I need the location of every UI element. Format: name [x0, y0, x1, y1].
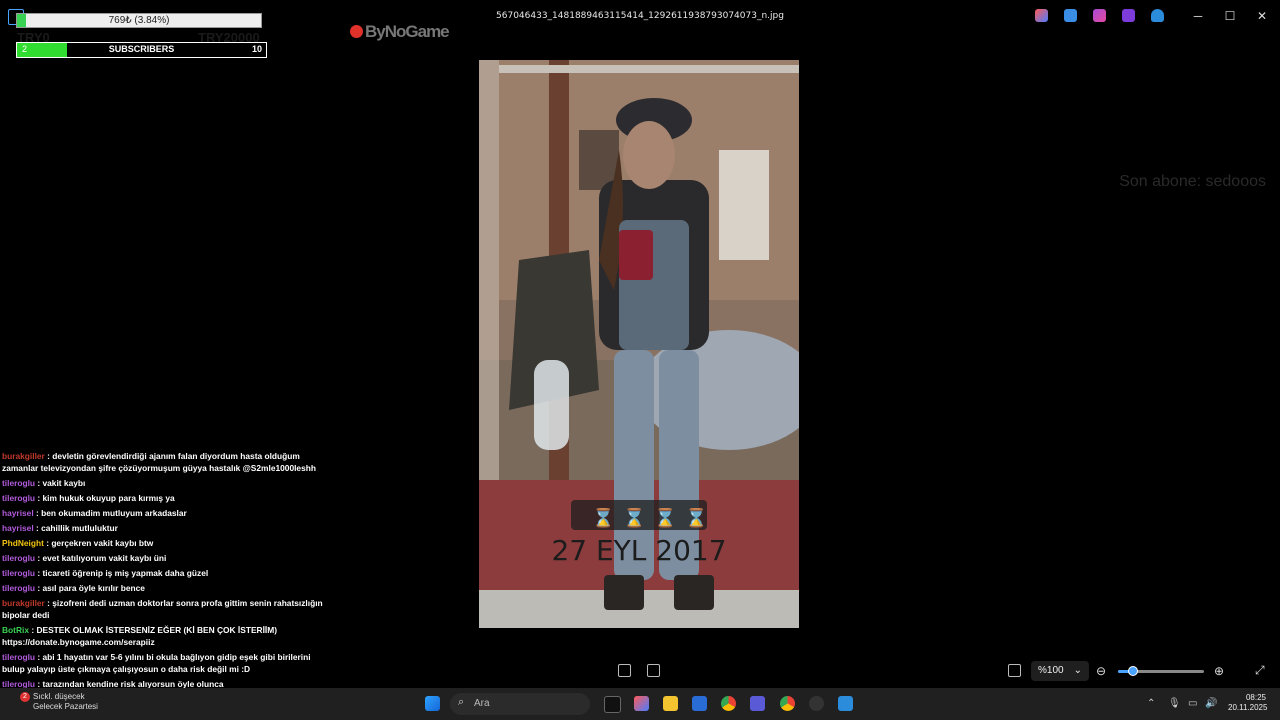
chat-overlay: burakgiller : devletin görevlendirdiği a…	[2, 450, 332, 693]
chat-message: tileroglu : ticareti öğrenip iş miş yapm…	[2, 567, 332, 579]
chat-message: BotRix : DESTEK OLMAK İSTERSENİZ EĞER (K…	[2, 624, 332, 648]
chat-username: tileroglu	[2, 553, 36, 563]
chat-text: : devletin görevlendirdiği ajanım falan …	[2, 451, 316, 473]
start-icon[interactable]	[425, 696, 440, 711]
chat-username: burakgiller	[2, 451, 45, 461]
designer-icon[interactable]	[1122, 9, 1135, 22]
chat-message: burakgiller : devletin görevlendirdiği a…	[2, 450, 332, 474]
photo-illustration: ⌛ ⌛ ⌛ ⌛ 27 EYL 2017	[479, 60, 799, 628]
microphone-icon[interactable]: 🎙	[1168, 698, 1181, 709]
last-subscriber-label: Son abone: sedooos	[1119, 173, 1266, 190]
zoom-level-value: %100	[1038, 665, 1064, 676]
crop-icon[interactable]	[647, 664, 660, 677]
volume-icon[interactable]: 🔊	[1205, 698, 1217, 709]
chat-message: hayrisel : ben okumadim mutluyum arkadas…	[2, 507, 332, 519]
app-icon-1[interactable]	[750, 696, 765, 711]
chat-username: tileroglu	[2, 583, 36, 593]
hourglass-icon: ⌛	[623, 507, 645, 528]
donation-amount: 769₺ (3.84%)	[108, 15, 170, 26]
displayed-photo: ⌛ ⌛ ⌛ ⌛ 27 EYL 2017	[479, 60, 799, 628]
chat-username: tileroglu	[2, 652, 36, 662]
zoom-level-dropdown[interactable]: %100 ⌄	[1031, 661, 1089, 681]
network-icon[interactable]: ▭	[1188, 698, 1197, 709]
chat-text: : ticareti öğrenip iş miş yapmak daha gü…	[37, 568, 209, 578]
edit-icon[interactable]	[1064, 9, 1077, 22]
chat-message: burakgiller : şizofreni dedi uzman dokto…	[2, 597, 332, 621]
taskbar-search[interactable]: ⌕ Ara	[450, 693, 590, 715]
zoom-slider-handle[interactable]	[1128, 666, 1139, 676]
chat-username: tileroglu	[2, 478, 36, 488]
clock-date: 20.11.2025	[1228, 703, 1268, 712]
chat-message: tileroglu : evet katılıyorum vakit kaybı…	[2, 552, 332, 564]
app-icon-2[interactable]	[809, 696, 824, 711]
chat-message: PhdNeight : gerçekren vakit kaybı btw	[2, 537, 332, 549]
subscriber-label: SUBSCRIBERS	[108, 44, 175, 54]
subscriber-goal-bar: 2 SUBSCRIBERS 10	[16, 42, 267, 58]
weather-badge: 2	[20, 692, 30, 702]
copilot-icon[interactable]	[1035, 9, 1048, 22]
chat-text: : evet katılıyorum vakit kaybı üni	[37, 553, 167, 563]
chat-text: : vakit kaybı	[37, 478, 86, 488]
weather-line-2: Gelecek Pazartesi	[33, 702, 98, 711]
chat-message: tileroglu : asıl para öyle kırılır bence	[2, 582, 332, 594]
maximize-button[interactable]: ☐	[1220, 8, 1240, 24]
zoom-slider[interactable]	[1118, 666, 1204, 676]
weather-widget[interactable]: Sıckl. düşecek Gelecek Pazartesi	[33, 692, 98, 712]
chat-username: tileroglu	[2, 493, 36, 503]
chat-username: hayrisel	[2, 508, 34, 518]
chat-text: : ben okumadim mutluyum arkadaslar	[36, 508, 187, 518]
chat-message: tileroglu : kim hukuk okuyup para kırmış…	[2, 492, 332, 504]
chat-text: : abi 1 hayatın var 5-6 yılını bi okula …	[2, 652, 311, 674]
bynogame-logo: ByNoGame	[350, 22, 450, 42]
donation-goal-bar: 769₺ (3.84%)	[16, 13, 262, 28]
chat-username: tileroglu	[2, 568, 36, 578]
system-clock[interactable]: 08:25 20.11.2025	[1228, 693, 1268, 713]
task-view-icon[interactable]	[604, 696, 621, 713]
hourglass-icon: ⌛	[685, 507, 707, 528]
photo-date-sticker: 27 EYL 2017	[551, 534, 726, 567]
chat-message: hayrisel : cahillik mutluluktur	[2, 522, 332, 534]
chat-text: : cahillik mutluluktur	[36, 523, 118, 533]
fit-to-window-icon[interactable]	[1008, 664, 1021, 677]
rotate-icon[interactable]	[618, 664, 631, 677]
chat-text: : DESTEK OLMAK İSTERSENİZ EĞER (Kİ BEN Ç…	[2, 625, 278, 647]
logo-text: ByNoGame	[365, 22, 450, 41]
file-explorer-icon[interactable]	[663, 696, 678, 711]
minimize-button[interactable]: ─	[1188, 8, 1208, 24]
chat-username: hayrisel	[2, 523, 34, 533]
photos-taskbar-icon[interactable]	[838, 696, 853, 711]
copilot-taskbar-icon[interactable]	[634, 696, 649, 711]
chrome-profile-icon[interactable]	[780, 696, 795, 711]
clock-time: 08:25	[1245, 693, 1266, 702]
chat-text: : kim hukuk okuyup para kırmış ya	[37, 493, 175, 503]
hourglass-icon: ⌛	[592, 507, 614, 528]
chat-username: burakgiller	[2, 598, 45, 608]
chat-username: PhdNeight	[2, 538, 44, 548]
search-placeholder: Ara	[474, 698, 490, 709]
chevron-down-icon: ⌄	[1073, 665, 1082, 676]
store-icon[interactable]	[692, 696, 707, 711]
fullscreen-icon[interactable]: ⤢	[1255, 663, 1265, 678]
chat-message: tileroglu : abi 1 hayatın var 5-6 yılını…	[2, 651, 332, 675]
weather-line-1: Sıckl. düşecek	[33, 692, 85, 701]
clipchamp-icon[interactable]	[1093, 9, 1106, 22]
chat-text: : gerçekren vakit kaybı btw	[46, 538, 154, 548]
hourglass-icon: ⌛	[654, 507, 676, 528]
zoom-out-icon[interactable]: ⊖	[1096, 664, 1106, 678]
chevron-up-icon[interactable]: ⌃	[1147, 698, 1155, 709]
chat-username: BotRix	[2, 625, 29, 635]
logo-mark-icon	[350, 25, 363, 38]
chat-text: : şizofreni dedi uzman doktorlar sonra p…	[2, 598, 323, 620]
chat-text: : asıl para öyle kırılır bence	[37, 583, 145, 593]
subscriber-goal: 10	[251, 44, 262, 54]
chrome-icon[interactable]	[721, 696, 736, 711]
close-button[interactable]: ✕	[1252, 8, 1272, 24]
onedrive-icon[interactable]	[1151, 9, 1164, 22]
chat-message: tileroglu : vakit kaybı	[2, 477, 332, 489]
search-icon: ⌕	[458, 696, 465, 708]
zoom-in-icon[interactable]: ⊕	[1214, 664, 1224, 678]
